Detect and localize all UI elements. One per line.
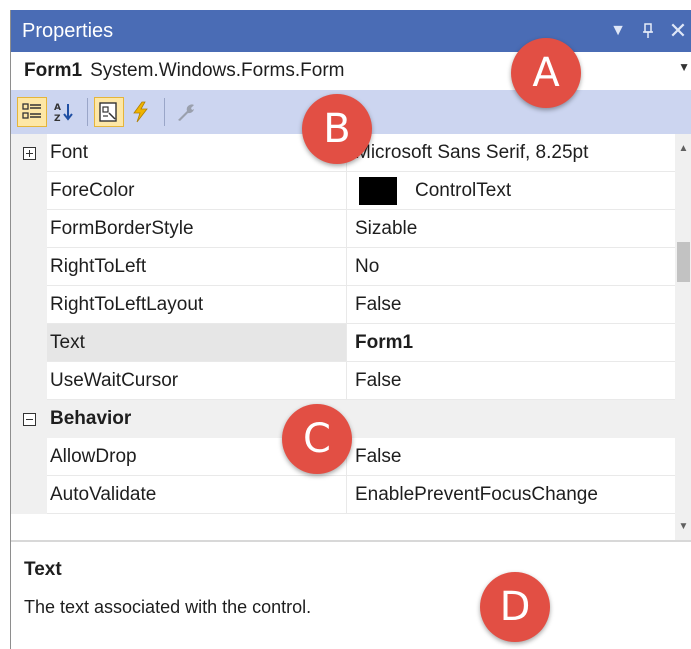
gutter (11, 438, 47, 476)
property-value[interactable]: Form1 (347, 324, 675, 362)
vertical-scrollbar[interactable]: ▲ ▼ (675, 134, 691, 540)
properties-icon (99, 102, 117, 122)
property-name: Text (47, 324, 347, 362)
events-button[interactable] (126, 97, 156, 127)
title-bar: Properties ▼ ✕ (11, 10, 691, 52)
property-value[interactable]: Sizable (347, 210, 675, 248)
properties-button[interactable] (94, 97, 124, 127)
scroll-thumb[interactable] (677, 242, 690, 282)
property-pages-wrench-icon (178, 104, 194, 121)
property-value[interactable]: Microsoft Sans Serif, 8.25pt (347, 134, 675, 172)
property-name: Font (47, 134, 347, 172)
property-row-usewaitcursor[interactable]: UseWaitCursor False (11, 362, 675, 400)
collapse-minus-icon[interactable] (22, 412, 36, 426)
property-value-cell[interactable]: ControlText (347, 172, 675, 210)
property-row-forecolor[interactable]: ForeColor ControlText (11, 172, 675, 210)
expand-plus-icon[interactable] (22, 146, 36, 160)
object-name: Form1 (24, 60, 83, 81)
gutter (11, 172, 47, 210)
property-name: AutoValidate (47, 476, 347, 514)
description-pane: Text The text associated with the contro… (11, 540, 691, 649)
gutter (11, 476, 47, 514)
callout-d: D (480, 572, 550, 642)
property-name: RightToLeftLayout (47, 286, 347, 324)
callout-b: B (302, 94, 372, 164)
color-swatch (359, 176, 397, 205)
property-name: RightToLeft (47, 248, 347, 286)
property-name: FormBorderStyle (47, 210, 347, 248)
alphabetical-button[interactable]: A Z (49, 97, 79, 127)
gutter (11, 400, 47, 438)
toolbar-separator (164, 98, 165, 126)
object-type: System.Windows.Forms.Form (90, 60, 345, 81)
pin-icon[interactable] (636, 16, 660, 46)
property-row-righttoleft[interactable]: RightToLeft No (11, 248, 675, 286)
callout-c: C (282, 404, 352, 474)
gutter (11, 248, 47, 286)
svg-text:A: A (54, 103, 61, 113)
property-pages-button[interactable] (171, 97, 201, 127)
property-value[interactable]: EnablePreventFocusChange (347, 476, 675, 514)
property-row-text[interactable]: Text Form1 (11, 324, 675, 362)
chevron-down-icon[interactable]: ▼ (678, 60, 690, 74)
alphabetical-sort-icon: A Z (54, 103, 73, 123)
category-name: Behavior (47, 400, 675, 438)
property-name: ForeColor (47, 172, 347, 210)
property-name: UseWaitCursor (47, 362, 347, 400)
property-value[interactable]: False (347, 438, 675, 476)
window-title: Properties (22, 19, 114, 42)
property-row-autovalidate[interactable]: AutoValidate EnablePreventFocusChange (11, 476, 675, 514)
property-row-righttoleftlayout[interactable]: RightToLeftLayout False (11, 286, 675, 324)
object-selector[interactable]: Form1 System.Windows.Forms.Form ▼ (11, 52, 691, 90)
categorized-icon (22, 103, 41, 119)
events-lightning-icon (133, 101, 148, 123)
description-title: Text (24, 559, 62, 580)
gutter (11, 210, 47, 248)
categorized-button[interactable] (17, 97, 47, 127)
gutter (11, 324, 47, 362)
property-value[interactable]: No (347, 248, 675, 286)
property-row-formborderstyle[interactable]: FormBorderStyle Sizable (11, 210, 675, 248)
gutter (11, 362, 47, 400)
scroll-up-arrow-icon[interactable]: ▲ (675, 138, 691, 158)
gutter (11, 286, 47, 324)
property-value[interactable]: False (347, 362, 675, 400)
property-grid: Font Microsoft Sans Serif, 8.25pt ForeCo… (11, 134, 691, 540)
description-text: The text associated with the control. (24, 597, 312, 617)
property-value: ControlText (415, 179, 512, 201)
scroll-down-arrow-icon[interactable]: ▼ (675, 516, 691, 536)
close-icon[interactable]: ✕ (666, 16, 690, 46)
window-position-dropdown-icon[interactable]: ▼ (606, 16, 630, 46)
svg-text:Z: Z (54, 114, 61, 123)
toolbar-separator (87, 98, 88, 126)
callout-a: A (511, 38, 581, 108)
gutter (11, 134, 47, 172)
property-value[interactable]: False (347, 286, 675, 324)
